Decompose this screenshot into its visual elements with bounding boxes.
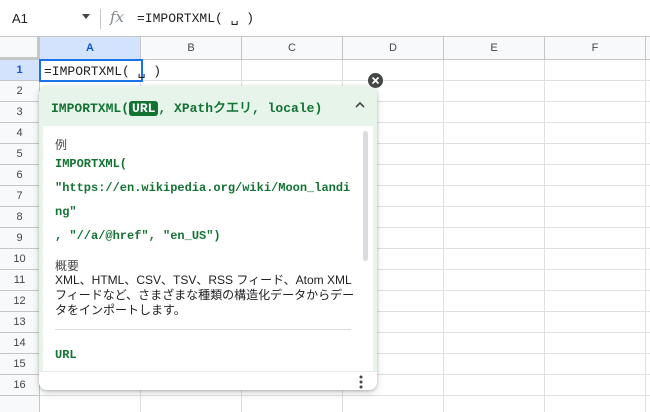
- cell-formula-text[interactable]: =IMPORTXML( ␣ ): [44, 64, 161, 79]
- function-name: IMPORTXML(: [51, 101, 130, 116]
- row-header-7[interactable]: 7: [0, 186, 40, 207]
- formula-bar-divider: [100, 9, 101, 29]
- name-box[interactable]: A1: [0, 0, 100, 37]
- more-vert-icon[interactable]: [359, 375, 363, 389]
- row-header-1[interactable]: 1: [0, 60, 40, 81]
- row-header-6[interactable]: 6: [0, 165, 40, 186]
- grid-line: [544, 60, 545, 412]
- row-header-5[interactable]: 5: [0, 144, 40, 165]
- row-header-14[interactable]: 14: [0, 333, 40, 354]
- formula-input[interactable]: =IMPORTXML( ␣ ): [137, 11, 254, 26]
- row-header-13[interactable]: 13: [0, 312, 40, 333]
- column-header-e[interactable]: E: [444, 37, 545, 60]
- column-header-a[interactable]: A: [40, 37, 141, 60]
- column-header-f[interactable]: F: [545, 37, 646, 60]
- row-header-15[interactable]: 15: [0, 354, 40, 375]
- example-label: 例: [55, 138, 68, 152]
- grid-line: [40, 395, 650, 396]
- row-header-16[interactable]: 16: [0, 375, 40, 396]
- formula-bar: A1 fx =IMPORTXML( ␣ ): [0, 0, 650, 37]
- grid-line: [443, 60, 444, 412]
- grid-line: [645, 60, 646, 412]
- close-icon: [371, 76, 380, 85]
- chevron-down-icon[interactable]: [82, 14, 90, 19]
- select-all-corner[interactable]: [0, 37, 40, 60]
- example-line: IMPORTXML(: [55, 157, 128, 171]
- summary-text: XML、HTML、CSV、TSV、RSS フィード、Atom XML フィードな…: [55, 273, 355, 317]
- row-header-10[interactable]: 10: [0, 249, 40, 270]
- help-scrollbar[interactable]: [363, 131, 368, 261]
- row-header-2[interactable]: 2: [0, 81, 40, 102]
- active-cell-editor[interactable]: =IMPORTXML( ␣ ): [39, 59, 161, 82]
- row-header-3[interactable]: 3: [0, 102, 40, 123]
- remaining-arguments: , XPathクエリ, locale): [158, 101, 323, 116]
- example-line: ng": [55, 205, 77, 219]
- name-box-value: A1: [12, 11, 28, 26]
- function-signature: IMPORTXML(URL, XPathクエリ, locale): [51, 97, 322, 116]
- function-help-popup: IMPORTXML(URL, XPathクエリ, locale) 例 IMPOR…: [39, 86, 377, 390]
- summary-label: 概要: [55, 259, 80, 273]
- row-header-9[interactable]: 9: [0, 228, 40, 249]
- help-body[interactable]: 例 IMPORTXML( "https://en.wikipedia.org/w…: [43, 126, 373, 371]
- column-header-g[interactable]: [646, 37, 650, 60]
- row-header-17[interactable]: [0, 396, 40, 412]
- close-help-button[interactable]: [368, 73, 383, 88]
- example-line: , "//a/@href", "en_US"): [55, 229, 221, 243]
- help-divider: [55, 329, 351, 330]
- active-argument: URL: [129, 101, 159, 116]
- row-header-12[interactable]: 12: [0, 291, 40, 312]
- chevron-up-icon[interactable]: [355, 100, 365, 110]
- row-header-4[interactable]: 4: [0, 123, 40, 144]
- row-header-11[interactable]: 11: [0, 270, 40, 291]
- url-argument-label: URL: [55, 348, 77, 362]
- row-header-8[interactable]: 8: [0, 207, 40, 228]
- column-header-c[interactable]: C: [242, 37, 343, 60]
- example-line: "https://en.wikipedia.org/wiki/Moon_land…: [55, 181, 351, 195]
- column-header-d[interactable]: D: [343, 37, 444, 60]
- help-footer: [39, 371, 377, 390]
- fx-icon: fx: [110, 8, 125, 26]
- column-header-b[interactable]: B: [141, 37, 242, 60]
- help-header[interactable]: IMPORTXML(URL, XPathクエリ, locale): [39, 86, 377, 126]
